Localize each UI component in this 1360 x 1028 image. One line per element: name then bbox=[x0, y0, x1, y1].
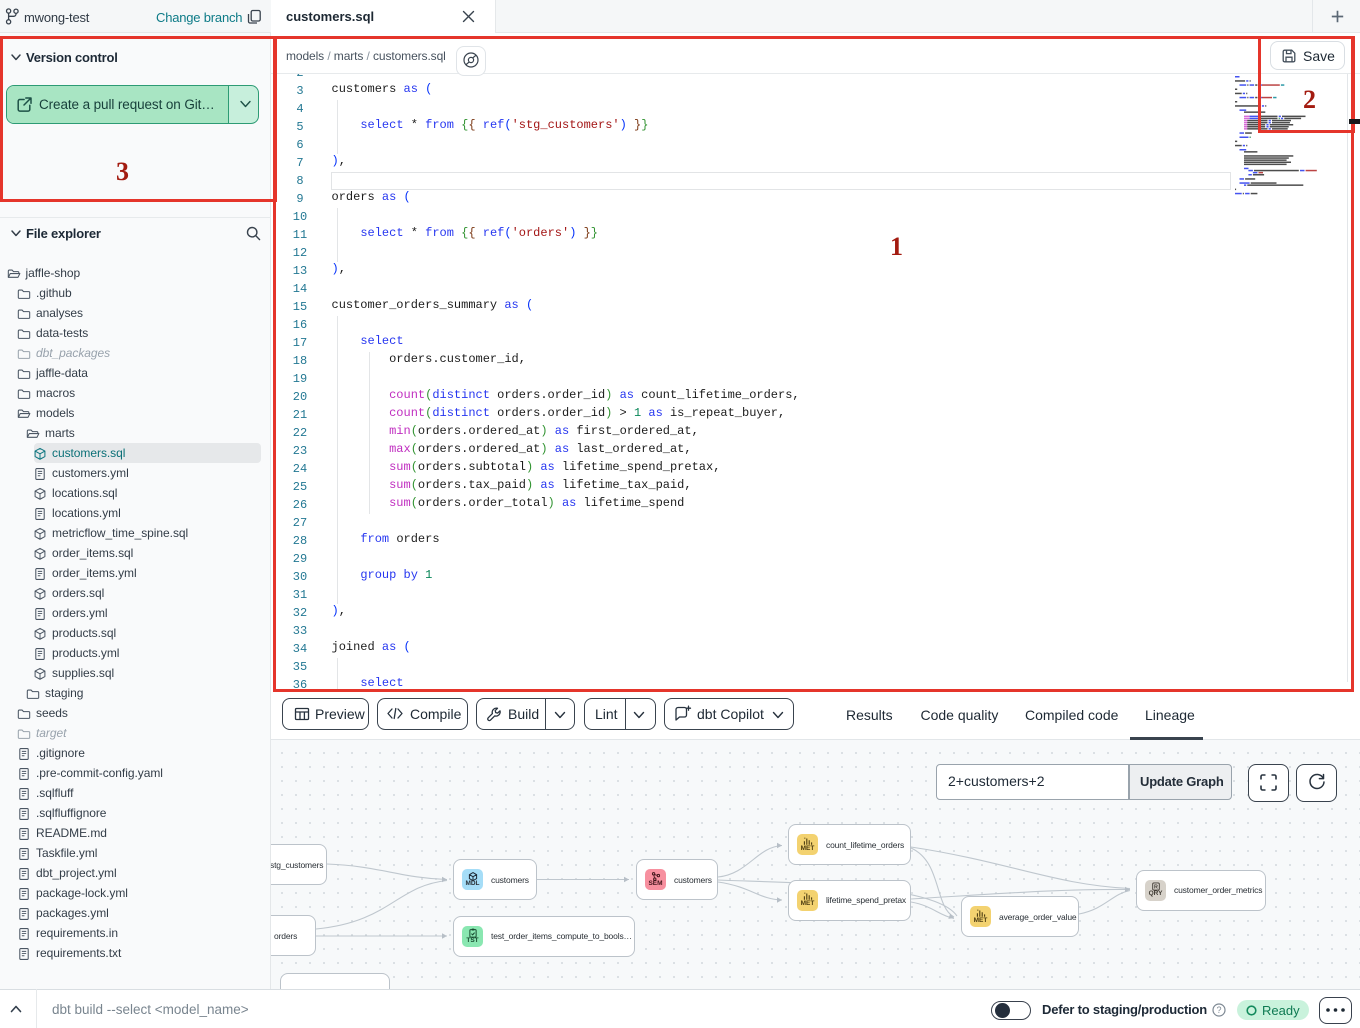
svg-text:?: ? bbox=[1216, 1005, 1221, 1015]
